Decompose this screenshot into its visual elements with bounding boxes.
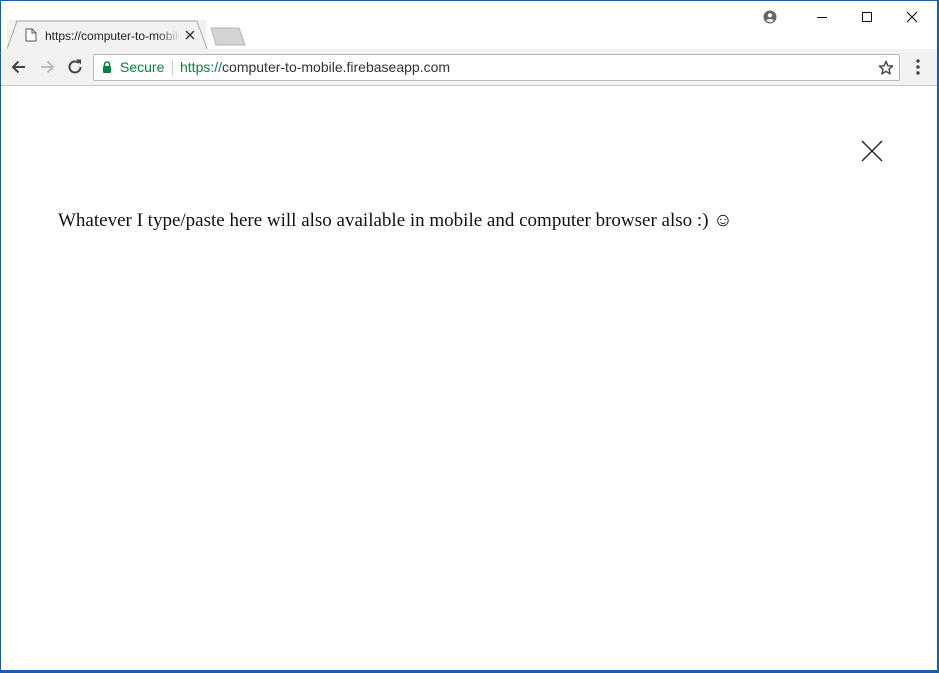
close-x-icon (861, 140, 883, 162)
tab-close-icon[interactable] (183, 28, 197, 42)
browser-window: https://computer-to-mobile.firebaseapp.c… (1, 1, 937, 670)
kebab-menu-icon (916, 59, 920, 75)
forward-button[interactable] (37, 57, 57, 77)
maximize-icon (862, 12, 872, 22)
url-text[interactable]: https://computer-to-mobile.firebaseapp.c… (180, 59, 450, 76)
url-host: computer-to-mobile.firebaseapp.com (222, 59, 451, 75)
address-bar[interactable]: Secure https://computer-to-mobile.fireba… (93, 54, 900, 81)
new-tab-button[interactable] (208, 27, 248, 47)
lock-icon (102, 61, 112, 79)
active-tab[interactable]: https://computer-to-mobile.firebaseapp.c… (7, 20, 208, 49)
browser-toolbar: Secure https://computer-to-mobile.fireba… (1, 49, 937, 86)
minimize-button[interactable] (799, 1, 845, 33)
tab-title-fade (157, 26, 181, 46)
omnibox-divider (172, 60, 173, 75)
star-icon (878, 60, 894, 75)
url-scheme: https:// (180, 59, 223, 75)
page-content: Whatever I type/paste here will also ava… (1, 86, 937, 670)
secure-label: Secure (120, 59, 165, 75)
page-icon (25, 28, 37, 42)
close-x-button[interactable] (859, 138, 885, 164)
reload-icon (68, 59, 82, 74)
close-icon (906, 11, 918, 23)
forward-arrow-icon (41, 60, 55, 74)
profile-icon[interactable] (761, 8, 779, 26)
shared-text-area[interactable]: Whatever I type/paste here will also ava… (58, 209, 878, 233)
back-button[interactable] (9, 57, 29, 77)
chrome-menu-button[interactable] (910, 57, 926, 77)
window-close-button[interactable] (889, 1, 935, 33)
maximize-button[interactable] (844, 1, 890, 33)
title-bar: https://computer-to-mobile.firebaseapp.c… (1, 1, 937, 49)
bookmark-star-button[interactable] (877, 59, 895, 77)
minimize-icon (817, 17, 827, 18)
reload-button[interactable] (65, 57, 85, 77)
back-arrow-icon (11, 60, 25, 74)
